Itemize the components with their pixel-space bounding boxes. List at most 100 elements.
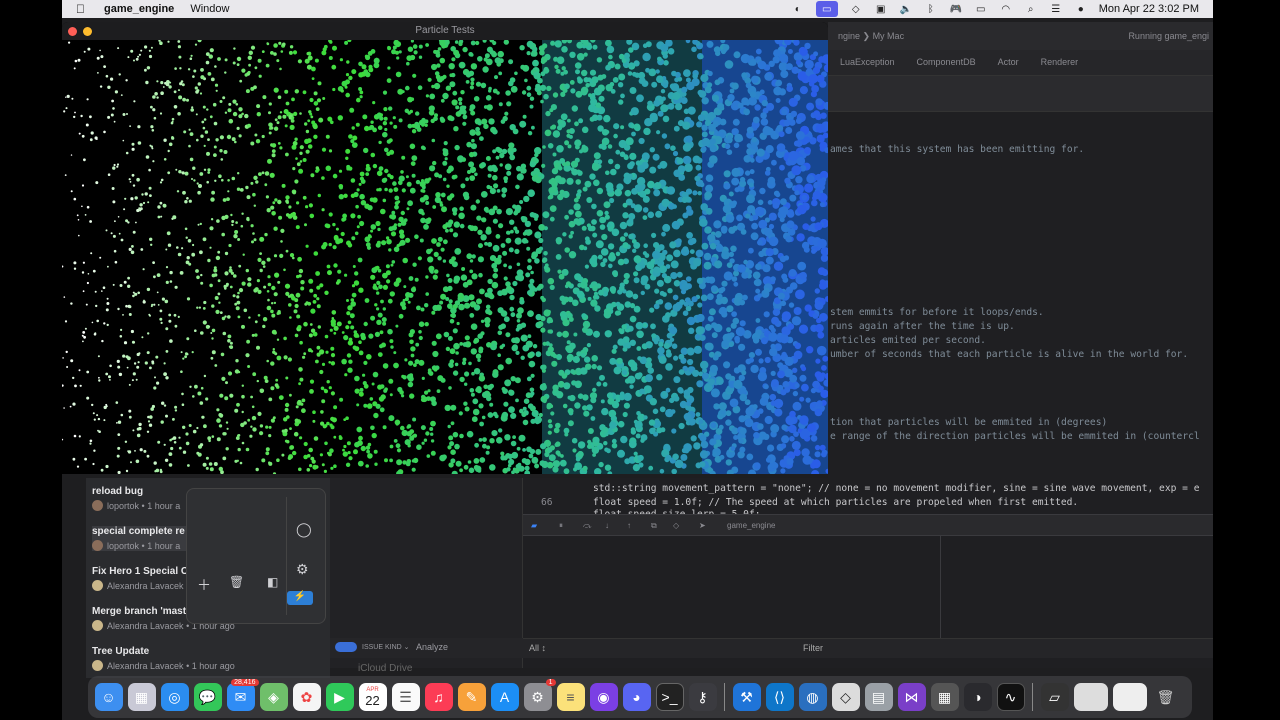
issue-toggle[interactable]: [335, 642, 357, 652]
icloud-drive-label[interactable]: iCloud Drive: [358, 663, 412, 674]
finder-icon[interactable]: ☺: [94, 683, 123, 711]
location-icon[interactable]: ➤: [699, 521, 706, 530]
launchpad-icon[interactable]: ▦: [127, 683, 156, 711]
particle: [807, 423, 816, 433]
particle: [596, 57, 603, 63]
github-icon[interactable]: ◉: [589, 683, 618, 711]
close-button[interactable]: [68, 27, 77, 36]
debug-target-label[interactable]: game_engine: [727, 521, 775, 530]
recent-window-thumb[interactable]: [1112, 683, 1147, 711]
minimize-button[interactable]: [83, 27, 92, 36]
particle: [200, 386, 204, 390]
issue-kind-menu[interactable]: ISSUE KIND ⌄: [362, 643, 410, 651]
screen-share-icon[interactable]: ◐: [791, 3, 805, 15]
particle: [616, 357, 623, 365]
messages-icon[interactable]: 💬: [193, 683, 222, 711]
controller-icon[interactable]: 🎮: [949, 3, 963, 15]
volume-icon[interactable]: 🔈: [899, 3, 913, 15]
particle: [794, 190, 800, 196]
app-store-icon[interactable]: A: [490, 683, 519, 711]
keychain-icon[interactable]: ⚷: [688, 683, 717, 711]
calendar-icon[interactable]: APR 22: [358, 683, 387, 711]
account-icon[interactable]: ◯: [296, 521, 312, 538]
reminders-icon[interactable]: ☰: [391, 683, 420, 711]
control-center-icon[interactable]: ☰: [1049, 3, 1063, 15]
gear-icon[interactable]: ⚙: [296, 561, 309, 578]
environment-icon[interactable]: ◇: [673, 521, 679, 530]
discord-icon[interactable]: ◕: [622, 683, 651, 711]
tab-renderer[interactable]: Renderer: [1029, 50, 1089, 75]
notes-icon[interactable]: ≡: [556, 683, 585, 711]
code-editor[interactable]: ames that this system has been emitting …: [828, 112, 1213, 532]
disk-utility-icon[interactable]: ▤: [864, 683, 893, 711]
particle: [453, 221, 460, 228]
tab-actor[interactable]: Actor: [986, 50, 1029, 75]
particle: [348, 359, 353, 364]
connect-icon[interactable]: ⚡: [287, 591, 313, 605]
particle: [504, 379, 512, 387]
mail-icon[interactable]: ✉ 28,416: [226, 679, 259, 711]
particle: [707, 234, 716, 243]
particle: [136, 433, 141, 438]
downloads-stack-icon[interactable]: ▱: [1040, 683, 1069, 711]
xcode-icon[interactable]: ⚒: [732, 683, 761, 711]
battery-icon[interactable]: ▭: [974, 3, 988, 15]
recent-window-thumb[interactable]: [1073, 683, 1108, 711]
breakpoint-toggle-icon[interactable]: ▰: [531, 521, 537, 530]
app-menu[interactable]: game_engine: [104, 3, 174, 15]
apple-icon[interactable]: : [76, 2, 90, 16]
wifi-icon[interactable]: ◠: [999, 3, 1013, 15]
particle: [473, 337, 480, 344]
particle: [767, 176, 776, 185]
particle-canvas[interactable]: [62, 40, 828, 474]
step-over-icon[interactable]: ⤼: [583, 521, 592, 531]
variables-pane[interactable]: [523, 536, 941, 638]
window-menu[interactable]: Window: [190, 3, 229, 15]
system-settings-icon[interactable]: ⚙ 1: [523, 679, 556, 711]
tab-luaexception[interactable]: LuaException: [828, 50, 905, 75]
sidebar-toggle-icon[interactable]: ◧: [267, 575, 278, 589]
unity-icon[interactable]: ◇: [831, 683, 860, 711]
code-editor-lower[interactable]: std::string movement_pattern = "none"; /…: [523, 478, 1213, 515]
scheme-breadcrumb[interactable]: ngine ❯ My Mac: [838, 31, 904, 42]
photos-icon[interactable]: ✿: [292, 683, 321, 711]
visual-studio-icon[interactable]: ⋈: [897, 683, 926, 711]
commit-item[interactable]: Tree Update Alexandra Lavacek • 1 hour a…: [92, 646, 252, 671]
step-out-icon[interactable]: ↑: [627, 521, 631, 530]
console-filter-input[interactable]: Filter: [803, 643, 823, 653]
step-in-icon[interactable]: ↓: [605, 521, 609, 530]
safari-icon[interactable]: ◎: [160, 683, 189, 711]
particle: [131, 142, 135, 146]
display-icon[interactable]: ▣: [874, 3, 888, 15]
trash-icon[interactable]: 🗑: [229, 575, 244, 589]
pages-icon[interactable]: ✎: [457, 683, 486, 711]
particle: [370, 224, 377, 230]
siri-icon[interactable]: ●: [1074, 3, 1088, 15]
particle: [820, 112, 827, 119]
analyze-label[interactable]: Analyze: [416, 642, 448, 652]
console-pane[interactable]: [942, 536, 1213, 638]
music-icon[interactable]: ♫: [424, 683, 453, 711]
pause-icon[interactable]: ⏸: [559, 521, 563, 531]
calculator-icon[interactable]: ▦: [930, 683, 959, 711]
unity-status-icon[interactable]: ◇: [849, 3, 863, 15]
particle: [637, 164, 646, 173]
terminal-icon[interactable]: >_: [655, 683, 684, 711]
maps-icon[interactable]: ◈: [259, 683, 288, 711]
menu-clock[interactable]: Mon Apr 22 3:02 PM: [1099, 3, 1199, 15]
debug-view-icon[interactable]: ⧉: [651, 521, 657, 531]
sourcetree-icon[interactable]: ◍: [798, 683, 827, 711]
particle: [699, 182, 705, 188]
screen-record-icon[interactable]: ▭: [815, 1, 838, 17]
scope-selector[interactable]: All ↕: [529, 643, 546, 653]
add-icon[interactable]: ＋: [197, 575, 211, 595]
particle: [236, 187, 241, 191]
vscode-icon[interactable]: ⟨⟩: [765, 683, 794, 711]
facetime-icon[interactable]: ▶: [325, 683, 354, 711]
activity-monitor-icon[interactable]: ∿: [996, 683, 1025, 711]
steam-icon[interactable]: ◑: [963, 683, 992, 711]
tab-componentdb[interactable]: ComponentDB: [905, 50, 986, 75]
spotlight-search-icon[interactable]: ⌕: [1024, 3, 1038, 15]
trash-icon[interactable]: 🗑: [1152, 683, 1180, 711]
bluetooth-icon[interactable]: ᛒ: [924, 3, 938, 15]
